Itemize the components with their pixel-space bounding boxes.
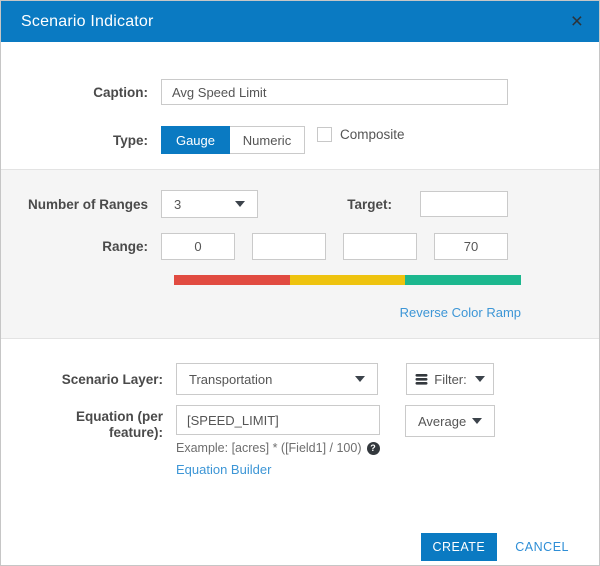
type-numeric-button[interactable]: Numeric xyxy=(230,126,305,154)
target-input[interactable] xyxy=(420,191,508,217)
ramp-segment-red xyxy=(174,275,290,285)
scenario-indicator-dialog: Scenario Indicator × Caption: Type: Gaug… xyxy=(0,0,600,566)
range-row: Range: xyxy=(1,233,599,260)
equation-input-group: Example: [acres] * ([Field1] / 100) ? Eq… xyxy=(176,405,380,479)
type-label: Type: xyxy=(1,133,161,148)
caption-input[interactable] xyxy=(161,79,508,105)
composite-option: Composite xyxy=(317,127,405,142)
ramp-segment-green xyxy=(405,275,521,285)
reverse-color-ramp-link[interactable]: Reverse Color Ramp xyxy=(400,305,521,320)
composite-checkbox[interactable] xyxy=(317,127,332,142)
close-icon[interactable]: × xyxy=(571,12,583,32)
target-label: Target: xyxy=(258,197,420,212)
number-of-ranges-label: Number of Ranges xyxy=(1,197,161,212)
scenario-layer-row: Scenario Layer: Transportation Filter: xyxy=(1,363,599,395)
layer-equation-section: Scenario Layer: Transportation Filter: xyxy=(1,339,599,479)
chevron-down-icon xyxy=(475,376,485,382)
equation-label: Equation (per feature): xyxy=(51,405,163,440)
aggregation-value: Average xyxy=(418,414,466,429)
ranges-panel: Number of Ranges 3 Target: Range: xyxy=(1,169,599,339)
cancel-button[interactable]: CANCEL xyxy=(515,540,569,554)
number-of-ranges-value: 3 xyxy=(174,197,181,212)
range-label: Range: xyxy=(1,239,161,254)
equation-example-text: Example: [acres] * ([Field1] / 100) xyxy=(176,441,362,455)
aggregation-dropdown[interactable]: Average xyxy=(405,405,495,437)
filter-button[interactable]: Filter: xyxy=(406,363,494,395)
color-ramp xyxy=(174,275,521,285)
range-input-3[interactable] xyxy=(343,233,417,260)
equation-row: Equation (per feature): Example: [acres]… xyxy=(1,405,599,479)
help-icon[interactable]: ? xyxy=(367,442,380,455)
filter-label: Filter: xyxy=(434,372,467,387)
ramp-segment-yellow xyxy=(290,275,406,285)
composite-label: Composite xyxy=(340,127,405,142)
equation-example-line: Example: [acres] * ([Field1] / 100) ? xyxy=(176,441,380,455)
chevron-down-icon xyxy=(235,201,245,207)
dialog-footer: CREATE CANCEL xyxy=(1,533,599,561)
dialog-title: Scenario Indicator xyxy=(21,13,154,31)
caption-row: Caption: xyxy=(1,79,599,105)
equation-builder-link[interactable]: Equation Builder xyxy=(176,462,271,477)
type-gauge-button[interactable]: Gauge xyxy=(161,126,230,154)
number-of-ranges-row: Number of Ranges 3 Target: xyxy=(1,190,599,218)
scenario-layer-value: Transportation xyxy=(189,372,272,387)
caption-label: Caption: xyxy=(1,85,161,100)
equation-label-col: Equation (per feature): xyxy=(1,405,176,440)
range-input-2[interactable] xyxy=(252,233,326,260)
layers-icon xyxy=(415,373,428,386)
equation-input[interactable] xyxy=(176,405,380,435)
general-section: Caption: Type: Gauge Numeric Composite xyxy=(1,42,599,154)
chevron-down-icon xyxy=(472,418,482,424)
scenario-layer-dropdown[interactable]: Transportation xyxy=(176,363,378,395)
reverse-color-ramp-row: Reverse Color Ramp xyxy=(174,304,521,322)
create-button[interactable]: CREATE xyxy=(421,533,498,561)
chevron-down-icon xyxy=(355,376,365,382)
number-of-ranges-dropdown[interactable]: 3 xyxy=(161,190,258,218)
dialog-header: Scenario Indicator × xyxy=(1,1,599,42)
equation-builder-row: Equation Builder xyxy=(176,461,380,479)
type-row: Type: Gauge Numeric Composite xyxy=(1,126,599,154)
range-input-1[interactable] xyxy=(161,233,235,260)
scenario-layer-label: Scenario Layer: xyxy=(1,372,176,387)
range-input-4[interactable] xyxy=(434,233,508,260)
